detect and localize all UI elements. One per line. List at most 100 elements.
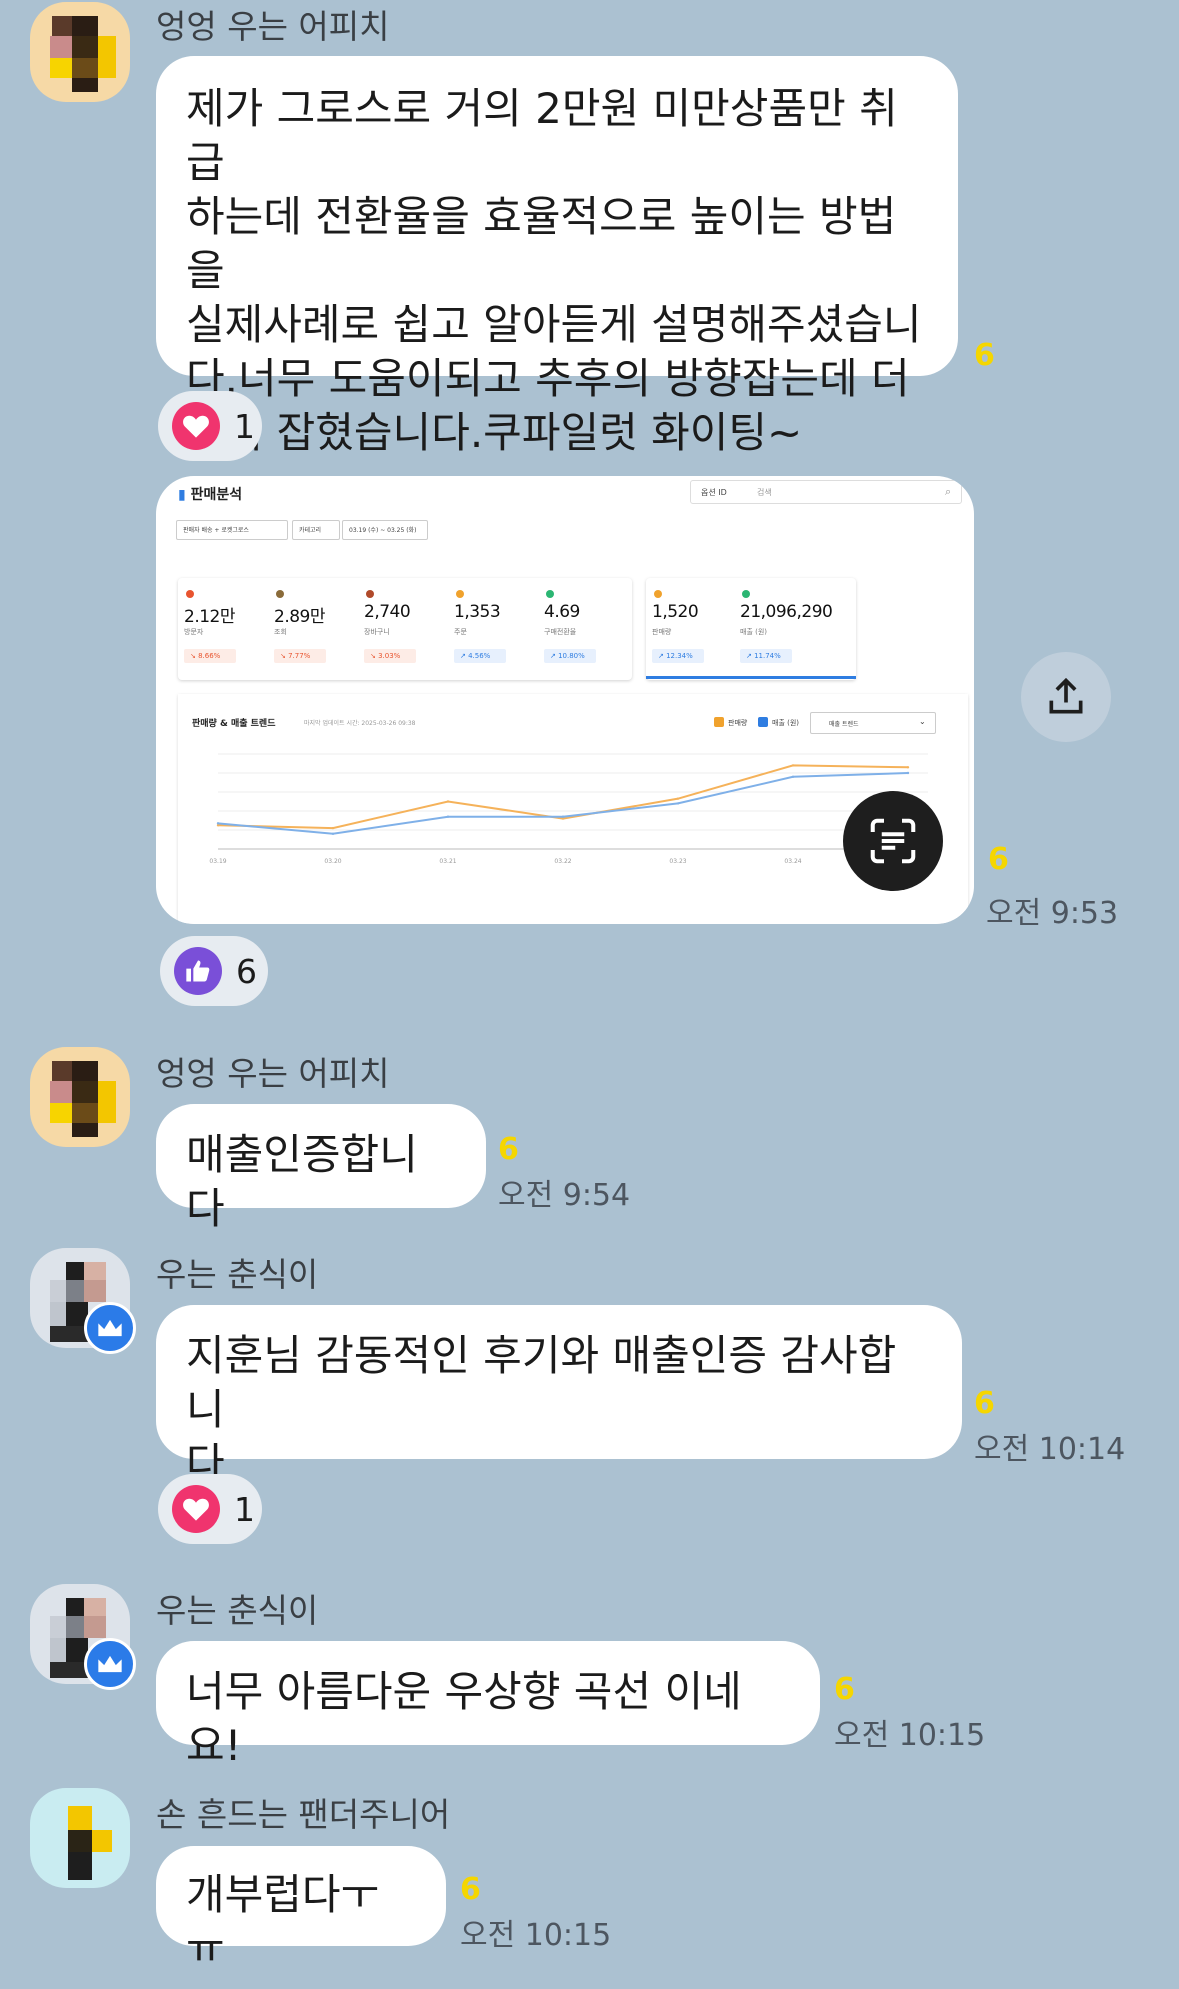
kpi-change: ↗ 12.34% (652, 649, 704, 663)
kpi-views: 2.89만 조회 ↘ 7.77% (268, 578, 356, 680)
data-point (446, 800, 450, 803)
kpi-quantity: 1,520 판매량 ↗ 12.34% (646, 578, 734, 680)
filter-category[interactable]: 카테고리 (292, 520, 340, 540)
heart-icon (172, 402, 220, 450)
data-point (906, 766, 910, 769)
message-bubble[interactable]: 제가 그로스로 거의 2만원 미만상품만 취급 하는데 전환율을 효율적으로 높… (156, 56, 958, 457)
quantity-icon (654, 590, 662, 598)
unread-count: 6 (974, 338, 995, 373)
kpi-value: 2,740 (364, 602, 411, 622)
kpi-label: 판매량 (652, 628, 672, 636)
search-placeholder: 검색 (757, 488, 772, 497)
visitor-icon (186, 590, 194, 598)
kpi-value: 1,520 (652, 602, 699, 622)
order-icon (456, 590, 464, 598)
kpi-label: 구매전환율 (544, 628, 577, 636)
x-tick-label: 03.20 (324, 858, 341, 865)
kpi-card-sales: 1,520 판매량 ↗ 12.34% 21,096,290 매출 (원) ↗ 1… (646, 578, 856, 680)
data-point (791, 764, 795, 767)
kpi-label: 조회 (274, 628, 287, 636)
share-button[interactable] (1021, 652, 1111, 742)
message-text: 너무 아름다운 우상향 곡선 이네요! (186, 1667, 742, 1770)
message-text: 제가 그로스로 거의 2만원 미만상품만 취급 하는데 전환율을 효율적으로 높… (186, 84, 922, 457)
crown-badge-icon (84, 1638, 136, 1690)
filter-date-label: 03.19 (수) ~ 03.25 (화) (349, 527, 417, 534)
reaction-thumbs-up[interactable]: 6 (160, 936, 268, 1006)
kpi-revenue: 21,096,290 매출 (원) ↗ 11.74% (734, 578, 854, 680)
message-time: 오전 9:54 (498, 1178, 631, 1213)
unread-count: 6 (834, 1672, 855, 1707)
message-bubble[interactable]: 매출인증합니다 (156, 1104, 486, 1233)
kpi-orders: 1,353 주문 ↗ 4.56% (448, 578, 536, 680)
kpi-value: 21,096,290 (740, 602, 833, 622)
x-tick-label: 03.23 (669, 858, 686, 865)
data-point (446, 815, 450, 818)
kpi-value: 1,353 (454, 602, 501, 622)
message-text: 매출인증합니다 (186, 1130, 418, 1233)
kpi-value: 2.12만 (184, 607, 236, 627)
avatar[interactable] (30, 1047, 130, 1147)
data-point (216, 822, 220, 825)
message-time: 오전 10:15 (460, 1918, 612, 1953)
data-point (676, 797, 680, 800)
text-scan-button[interactable] (843, 791, 943, 891)
reaction-heart[interactable]: 1 (158, 1474, 262, 1544)
kpi-cart: 2,740 장바구니 ↘ 3.03% (358, 578, 446, 680)
search-icon: ⌕ (945, 485, 952, 498)
sender-name: 엉엉 우는 어피치 (156, 1054, 390, 1093)
unread-count: 6 (460, 1872, 481, 1907)
kpi-value: 2.89만 (274, 607, 326, 627)
bar-chart-icon: ▮ (178, 487, 186, 503)
trend-line-chart: 03.1903.2003.2103.2203.2303.2403.25 (209, 753, 928, 865)
reaction-count: 1 (234, 406, 255, 446)
x-tick-label: 03.22 (554, 858, 571, 865)
avatar[interactable] (30, 2, 130, 102)
data-point (906, 771, 910, 775)
heart-icon (172, 1485, 220, 1533)
reaction-count: 6 (236, 951, 257, 991)
unread-count: 6 (974, 1386, 995, 1421)
message-bubble[interactable]: 너무 아름다운 우상향 곡선 이네요! (156, 1641, 820, 1770)
filter-category-label: 카테고리 (299, 527, 322, 534)
data-point (331, 826, 335, 830)
data-point (561, 815, 565, 818)
reaction-count: 1 (234, 1489, 255, 1529)
sender-name: 우는 춘식이 (156, 1591, 319, 1630)
unread-count: 6 (498, 1132, 519, 1167)
filter-date[interactable]: 03.19 (수) ~ 03.25 (화) (342, 520, 428, 540)
search-box[interactable]: 옵션 ID 검색 ⌕ (690, 480, 962, 504)
kpi-label: 장바구니 (364, 628, 390, 636)
search-select[interactable]: 옵션 ID (701, 487, 727, 498)
trend-card: 판매량 & 매출 트렌드 마지막 업데이트 시간: 2025-03-26 09:… (178, 694, 968, 924)
message-time: 오전 10:15 (834, 1718, 986, 1753)
message-time: 오전 10:14 (974, 1432, 1126, 1467)
kpi-value: 4.69 (544, 602, 580, 622)
filter-seller[interactable]: 판매자 배송 + 로켓그로스 (176, 520, 288, 540)
series-line (217, 772, 909, 835)
message-text: 개부럽다ㅜㅠ (186, 1870, 380, 1973)
x-tick-label: 03.24 (784, 858, 801, 865)
data-point (331, 832, 335, 835)
unread-count: 6 (988, 842, 1009, 877)
text-scan-icon (870, 818, 916, 864)
dashboard-title-row: ▮ 판매분석 (178, 484, 242, 504)
kpi-label: 매출 (원) (740, 628, 768, 636)
x-tick-label: 03.19 (209, 858, 226, 865)
kpi-change: ↗ 11.74% (740, 649, 792, 663)
message-bubble[interactable]: 지훈님 감동적인 후기와 매출인증 감사합니 다 (156, 1305, 962, 1488)
x-tick-label: 03.21 (439, 858, 456, 865)
kpi-change: ↗ 4.56% (454, 649, 506, 663)
kpi-change: ↗ 10.80% (544, 649, 596, 663)
avatar[interactable] (30, 1788, 130, 1888)
view-icon (276, 590, 284, 598)
share-icon (1049, 677, 1083, 714)
cart-icon (366, 590, 374, 598)
sender-name: 손 흔드는 팬더주니어 (156, 1795, 451, 1834)
message-bubble[interactable]: 개부럽다ㅜㅠ (156, 1846, 446, 1973)
reaction-heart[interactable]: 1 (158, 391, 262, 461)
revenue-icon (742, 590, 750, 598)
kpi-label: 주문 (454, 628, 467, 636)
message-text: 지훈님 감동적인 후기와 매출인증 감사합니 다 (186, 1331, 897, 1488)
kpi-visitors: 2.12만 방문자 ↘ 8.66% (178, 578, 266, 680)
kpi-change: ↘ 7.77% (274, 649, 326, 663)
